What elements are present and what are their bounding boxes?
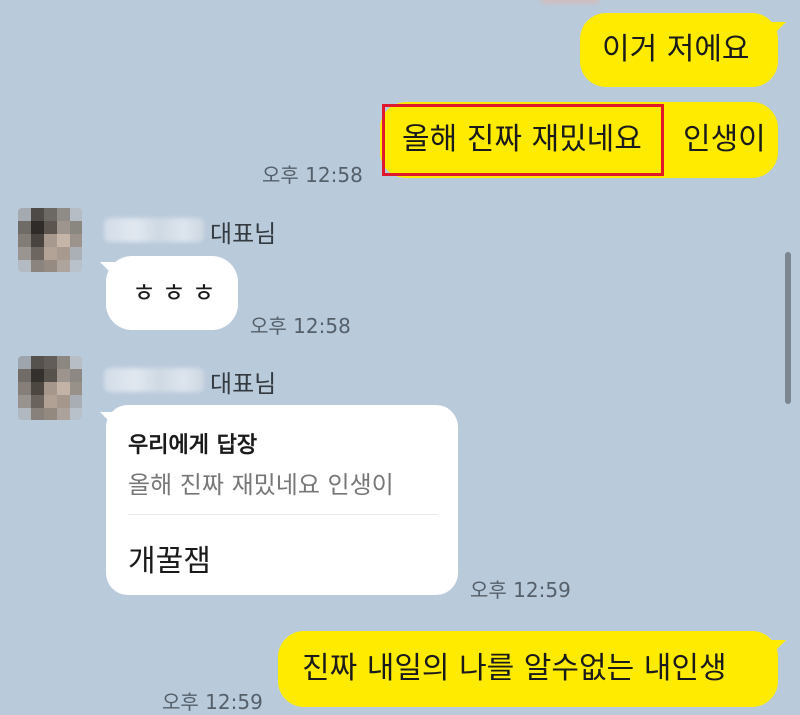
avatar[interactable] [18, 356, 82, 420]
sender-name-suffix: 대표님 [210, 370, 277, 398]
highlighted-text: 올해 진짜 재밌네요 [402, 122, 642, 157]
my-message-bubble[interactable]: 이거 저에요 [580, 13, 778, 87]
divider [128, 514, 438, 515]
cropped-previous-message [540, 0, 600, 4]
chat-room[interactable]: 이거 저에요 올해 진짜 재밌네요 인생이 오후 12:58 대표님 ㅎㅎㅎ 오… [0, 0, 800, 715]
blurred-sender-name [104, 218, 204, 242]
message-timestamp: 오후 12:59 [162, 690, 263, 714]
my-message-bubble[interactable]: 진짜 내일의 나를 알수없는 내인생 [278, 631, 778, 707]
blurred-sender-name [104, 368, 204, 392]
their-message-bubble[interactable]: ㅎㅎㅎ [106, 256, 238, 330]
avatar[interactable] [18, 208, 82, 272]
message-text: 인생이 [682, 122, 766, 157]
my-message-bubble[interactable]: 올해 진짜 재밌네요 인생이 [380, 102, 778, 178]
message-timestamp: 오후 12:58 [262, 163, 363, 187]
reply-message-bubble[interactable]: 우리에게 답장 올해 진짜 재밌네요 인생이 개꿀잼 [106, 405, 458, 595]
bubble-tail [770, 640, 786, 656]
sender-name-suffix: 대표님 [210, 220, 277, 248]
message-text: 진짜 내일의 나를 알수없는 내인생 [302, 651, 727, 686]
quoted-message[interactable]: 올해 진짜 재밌네요 인생이 [128, 465, 394, 500]
message-text: ㅎㅎㅎ [132, 279, 222, 309]
message-timestamp: 오후 12:59 [470, 578, 571, 602]
scrollbar[interactable] [785, 252, 791, 404]
reply-title: 우리에게 답장 [128, 433, 258, 458]
message-text: 개꿀잼 [128, 544, 211, 579]
message-timestamp: 오후 12:58 [250, 314, 351, 338]
message-text: 이거 저에요 [602, 32, 750, 67]
